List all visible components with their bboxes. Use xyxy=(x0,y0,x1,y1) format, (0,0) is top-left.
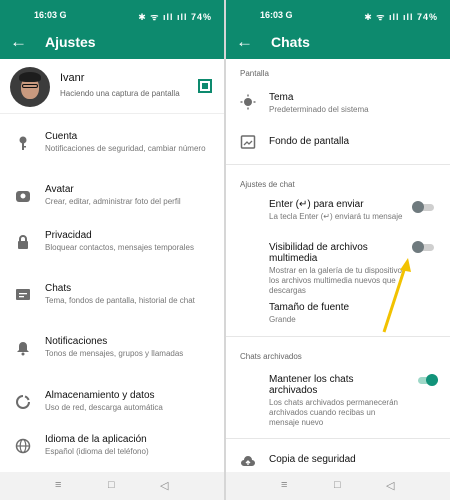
status-icons: ✱ ᯤ ıll ıll 74% xyxy=(138,12,212,22)
cloud-upload-icon xyxy=(241,456,255,466)
keep-archived-toggle[interactable] xyxy=(416,374,438,386)
lock-icon xyxy=(18,235,28,249)
settings-item-label: Avatar xyxy=(45,184,74,195)
enter-send-label: Enter (↵) para enviar xyxy=(269,199,364,210)
back-arrow-icon[interactable]: ← xyxy=(236,32,253,52)
storage-icon xyxy=(16,395,30,409)
settings-item-privacy[interactable]: Privacidad Bloquear contactos, mensajes t… xyxy=(0,222,224,270)
wallpaper-row[interactable]: Fondo de pantalla xyxy=(226,128,450,154)
section-divider xyxy=(226,336,450,337)
settings-item-label: Privacidad xyxy=(45,230,92,241)
profile-name: Ivanr xyxy=(60,72,85,84)
page-title: Chats xyxy=(271,34,310,50)
backup-label: Copia de seguridad xyxy=(269,454,356,465)
back-icon[interactable]: ◁ xyxy=(160,479,168,492)
profile-status: Haciendo una captura de pantalla xyxy=(60,89,180,98)
settings-item-avatar[interactable]: Avatar Crear, editar, administrar foto de… xyxy=(0,176,224,224)
section-divider xyxy=(226,164,450,165)
enter-send-toggle[interactable] xyxy=(412,201,434,213)
section-header-chat-settings: Ajustes de chat xyxy=(240,180,295,189)
section-header-archived: Chats archivados xyxy=(240,352,302,361)
settings-item-label: Notificaciones xyxy=(45,336,108,347)
avatar-icon xyxy=(16,191,30,202)
app-bar: ← Chats xyxy=(226,28,450,59)
keep-archived-label: Mantener los chats archivados xyxy=(269,374,354,396)
profile-row[interactable]: Ivanr Haciendo una captura de pantalla xyxy=(0,59,224,114)
settings-item-label: Cuenta xyxy=(45,131,78,142)
keep-archived-row[interactable]: Mantener los chats archivados Los chats a… xyxy=(226,370,450,428)
settings-item-chats[interactable]: Chats Tema, fondos de pantalla, historial… xyxy=(0,275,224,323)
settings-screen: 16:03 G ✱ ᯤ ıll ıll 74% ← Ajustes Ivanr … xyxy=(0,0,224,500)
key-icon xyxy=(19,136,27,150)
settings-item-label: Chats xyxy=(45,283,72,294)
wallpaper-icon xyxy=(240,135,256,149)
section-divider xyxy=(226,438,450,439)
menu-icon[interactable]: ≡ xyxy=(55,479,61,491)
status-time: 16:03 G xyxy=(34,10,67,20)
wallpaper-label: Fondo de pantalla xyxy=(269,136,350,147)
chat-icon xyxy=(16,289,30,300)
settings-item-desc: Tonos de mensajes, grupos y llamadas xyxy=(45,349,184,358)
settings-item-desc: Crear, editar, administrar foto del perf… xyxy=(45,197,181,206)
settings-item-desc: Español (idioma del teléfono) xyxy=(45,447,149,456)
status-bar: 16:03 G ✱ ᯤ ıll ıll 74% xyxy=(226,0,450,28)
theme-label: Tema xyxy=(269,92,294,103)
page-title: Ajustes xyxy=(45,34,96,50)
font-size-row[interactable]: Tamaño de fuente Grande xyxy=(226,298,450,328)
status-icons: ✱ ᯤ ıll ıll 74% xyxy=(364,12,438,22)
avatar[interactable] xyxy=(10,67,50,107)
settings-item-notifications[interactable]: Notificaciones Tonos de mensajes, grupos … xyxy=(0,328,224,376)
enter-send-desc: La tecla Enter (↵) enviará tu mensaje xyxy=(269,212,403,221)
settings-item-language[interactable]: Idioma de la aplicación Español (idioma d… xyxy=(0,426,224,474)
theme-row[interactable]: Tema Predeterminado del sistema xyxy=(226,88,450,118)
settings-item-label: Idioma de la aplicación xyxy=(45,434,147,445)
enter-send-row[interactable]: Enter (↵) para enviar La tecla Enter (↵) … xyxy=(226,195,450,229)
back-icon[interactable]: ◁ xyxy=(386,479,394,492)
chats-screen: 16:03 G ✱ ᯤ ıll ıll 74% ← Chats Pantalla… xyxy=(226,0,450,500)
back-arrow-icon[interactable]: ← xyxy=(10,32,27,52)
home-icon[interactable]: □ xyxy=(108,479,115,491)
settings-item-desc: Tema, fondos de pantalla, historial de c… xyxy=(45,296,195,305)
section-header-display: Pantalla xyxy=(240,69,269,78)
menu-icon[interactable]: ≡ xyxy=(281,479,287,491)
settings-item-label: Almacenamiento y datos xyxy=(45,390,155,401)
status-time: 16:03 G xyxy=(260,10,293,20)
system-nav-bar: ≡ □ ◁ xyxy=(0,472,224,500)
home-icon[interactable]: □ xyxy=(334,479,341,491)
app-bar: ← Ajustes xyxy=(0,28,224,59)
theme-value: Predeterminado del sistema xyxy=(269,105,369,114)
settings-item-desc: Uso de red, descarga automática xyxy=(45,403,163,412)
settings-item-desc: Bloquear contactos, mensajes temporales xyxy=(45,243,194,252)
settings-item-account[interactable]: Cuenta Notificaciones de seguridad, cambi… xyxy=(0,123,224,171)
annotation-arrow xyxy=(382,258,411,333)
bell-icon xyxy=(17,342,29,356)
media-visibility-row[interactable]: Visibilidad de archivos multimedia Mostra… xyxy=(226,238,450,295)
system-nav-bar: ≡ □ ◁ xyxy=(226,472,450,500)
settings-item-storage[interactable]: Almacenamiento y datos Uso de red, descar… xyxy=(0,382,224,430)
globe-icon xyxy=(15,438,31,454)
settings-item-desc: Notificaciones de seguridad, cambiar núm… xyxy=(45,144,206,153)
keep-archived-desc: Los chats archivados permanecerán archiv… xyxy=(269,398,398,427)
media-visibility-toggle[interactable] xyxy=(412,241,434,253)
status-bar: 16:03 G ✱ ᯤ ıll ıll 74% xyxy=(0,0,224,28)
brightness-icon xyxy=(240,94,256,110)
backup-row[interactable]: Copia de seguridad xyxy=(226,450,450,470)
qr-code-icon[interactable] xyxy=(198,79,212,93)
